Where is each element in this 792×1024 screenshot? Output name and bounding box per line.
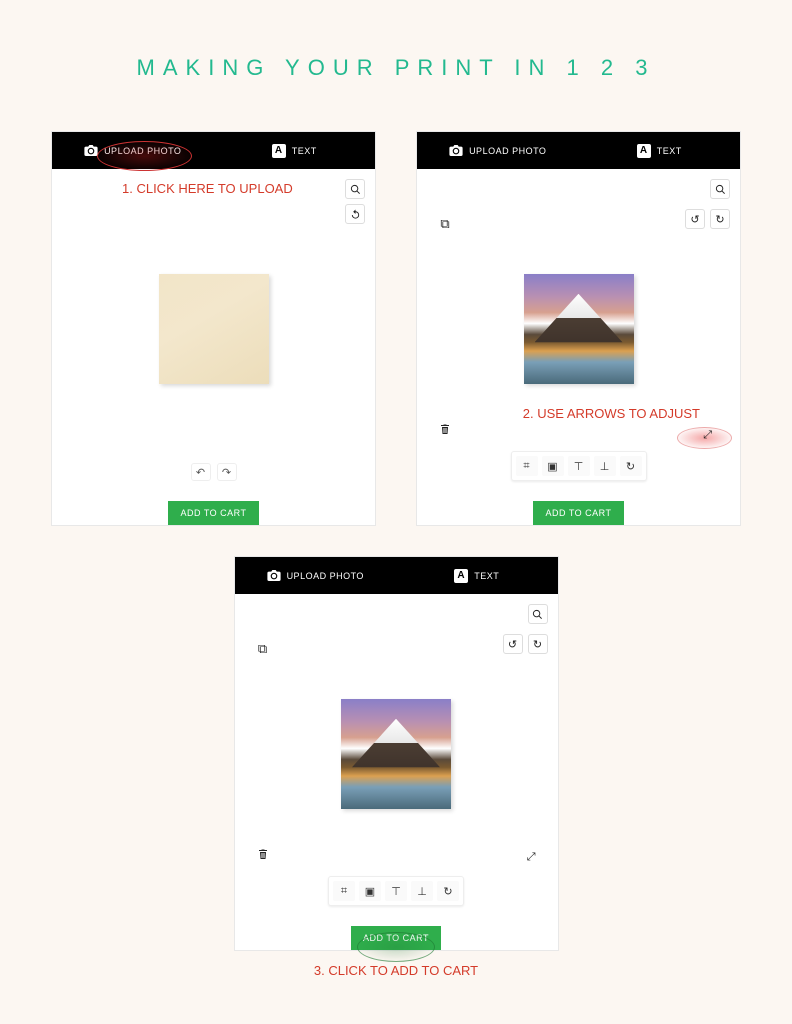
rotate-ccw-button[interactable]: ↺ — [685, 209, 705, 229]
align-bottom-button[interactable]: ⊥ — [594, 456, 616, 476]
reset-button[interactable]: ↻ — [620, 456, 642, 476]
redo-button[interactable]: ↷ — [217, 463, 237, 481]
editor-canvas[interactable]: 1. CLICK HERE TO UPLOAD ↶ ↷ — [52, 169, 375, 489]
step-1-card: UPLOAD PHOTO A TEXT 1. CLICK HERE TO UPL… — [51, 131, 376, 526]
delete-button[interactable] — [253, 844, 273, 864]
zoom-button[interactable] — [345, 179, 365, 199]
rotate-ccw-icon: ↺ — [508, 638, 517, 651]
refresh-button[interactable] — [345, 204, 365, 224]
align-top-icon: ⊤ — [574, 460, 584, 473]
magnifier-icon — [350, 184, 361, 195]
rotate-ccw-button[interactable]: ↺ — [503, 634, 523, 654]
fit-button[interactable]: ▣ — [359, 881, 381, 901]
add-to-cart-button[interactable]: ADD TO CART — [533, 501, 623, 525]
upload-photo-tab[interactable]: UPLOAD PHOTO — [235, 570, 397, 581]
step-2-card: UPLOAD PHOTO A TEXT ↻ ↺ ⧉ 2. USE AR — [416, 131, 741, 526]
upload-photo-label: UPLOAD PHOTO — [104, 146, 181, 156]
add-to-cart-button[interactable]: ADD TO CART — [168, 501, 258, 525]
fit-icon: ▣ — [365, 885, 375, 898]
refresh-icon — [350, 209, 361, 220]
reset-button[interactable]: ↻ — [437, 881, 459, 901]
text-icon: A — [272, 144, 286, 158]
crop-tool-row: ⌗ ▣ ⊤ ⊥ ↻ — [328, 876, 464, 906]
resize-handle-icon[interactable]: ⤢ — [527, 851, 536, 864]
upload-photo-label: UPLOAD PHOTO — [469, 146, 546, 156]
crop-button[interactable]: ⌗ — [333, 881, 355, 901]
align-bottom-button[interactable]: ⊥ — [411, 881, 433, 901]
annotation-step-2: 2. USE ARROWS TO ADJUST — [523, 406, 700, 421]
delete-button[interactable] — [435, 419, 455, 439]
text-tab-label: TEXT — [474, 571, 499, 581]
align-bottom-icon: ⊥ — [417, 885, 427, 898]
blank-print-surface[interactable] — [159, 274, 269, 384]
trash-icon — [439, 423, 451, 436]
copy-button[interactable]: ⧉ — [435, 214, 455, 234]
editor-header: UPLOAD PHOTO A TEXT — [52, 132, 375, 169]
camera-icon — [84, 145, 98, 156]
editor-header: UPLOAD PHOTO A TEXT — [417, 132, 740, 169]
reset-icon: ↻ — [443, 885, 452, 898]
undo-redo-row: ↶ ↷ — [191, 463, 237, 481]
copy-button[interactable]: ⧉ — [253, 639, 273, 659]
resize-handle-icon[interactable]: ⤢ — [703, 429, 712, 442]
crop-icon: ⌗ — [523, 460, 529, 473]
align-bottom-icon: ⊥ — [600, 460, 610, 473]
fit-icon: ▣ — [547, 460, 557, 473]
step-3-card: UPLOAD PHOTO A TEXT ↻ ↺ ⧉ ⤢ — [234, 556, 559, 951]
crop-tool-row: ⌗ ▣ ⊤ ⊥ ↻ — [511, 451, 647, 481]
zoom-button[interactable] — [710, 179, 730, 199]
text-tab[interactable]: A TEXT — [214, 144, 376, 158]
text-icon: A — [454, 569, 468, 583]
editor-canvas[interactable]: ↻ ↺ ⧉ ⤢ ⌗ ▣ ⊤ ⊥ ↻ — [235, 594, 558, 914]
upload-photo-tab[interactable]: UPLOAD PHOTO — [52, 145, 214, 156]
copy-icon: ⧉ — [258, 641, 267, 657]
rotate-ccw-icon: ↺ — [690, 213, 699, 226]
rotate-cw-icon: ↻ — [715, 213, 724, 226]
text-tab[interactable]: A TEXT — [396, 569, 558, 583]
redo-icon: ↷ — [222, 466, 231, 479]
crop-icon: ⌗ — [341, 885, 347, 898]
align-top-button[interactable]: ⊤ — [568, 456, 590, 476]
annotation-step-1: 1. CLICK HERE TO UPLOAD — [122, 181, 293, 196]
editor-canvas[interactable]: ↻ ↺ ⧉ 2. USE ARROWS TO ADJUST ⤢ ⌗ ▣ ⊤ ⊥ … — [417, 169, 740, 489]
text-icon: A — [637, 144, 651, 158]
magnifier-icon — [715, 184, 726, 195]
upload-photo-label: UPLOAD PHOTO — [287, 571, 364, 581]
camera-icon — [267, 570, 281, 581]
editor-header: UPLOAD PHOTO A TEXT — [235, 557, 558, 594]
align-top-icon: ⊤ — [391, 885, 401, 898]
reset-icon: ↻ — [626, 460, 635, 473]
magnifier-icon — [532, 609, 543, 620]
undo-icon: ↶ — [196, 466, 205, 479]
page-title: MAKING YOUR PRINT IN 1 2 3 — [0, 0, 792, 81]
annotation-step-3: 3. CLICK TO ADD TO CART — [314, 963, 478, 978]
camera-icon — [449, 145, 463, 156]
crop-button[interactable]: ⌗ — [516, 456, 538, 476]
copy-icon: ⧉ — [440, 216, 449, 232]
zoom-button[interactable] — [528, 604, 548, 624]
upload-photo-tab[interactable]: UPLOAD PHOTO — [417, 145, 579, 156]
uploaded-photo[interactable] — [524, 274, 634, 384]
text-tab[interactable]: A TEXT — [579, 144, 741, 158]
align-top-button[interactable]: ⊤ — [385, 881, 407, 901]
text-tab-label: TEXT — [657, 146, 682, 156]
trash-icon — [257, 848, 269, 861]
add-to-cart-button[interactable]: ADD TO CART — [351, 926, 441, 950]
rotate-cw-button[interactable]: ↻ — [710, 209, 730, 229]
text-tab-label: TEXT — [292, 146, 317, 156]
undo-button[interactable]: ↶ — [191, 463, 211, 481]
fit-button[interactable]: ▣ — [542, 456, 564, 476]
rotate-cw-button[interactable]: ↻ — [528, 634, 548, 654]
uploaded-photo[interactable] — [341, 699, 451, 809]
rotate-cw-icon: ↻ — [533, 638, 542, 651]
